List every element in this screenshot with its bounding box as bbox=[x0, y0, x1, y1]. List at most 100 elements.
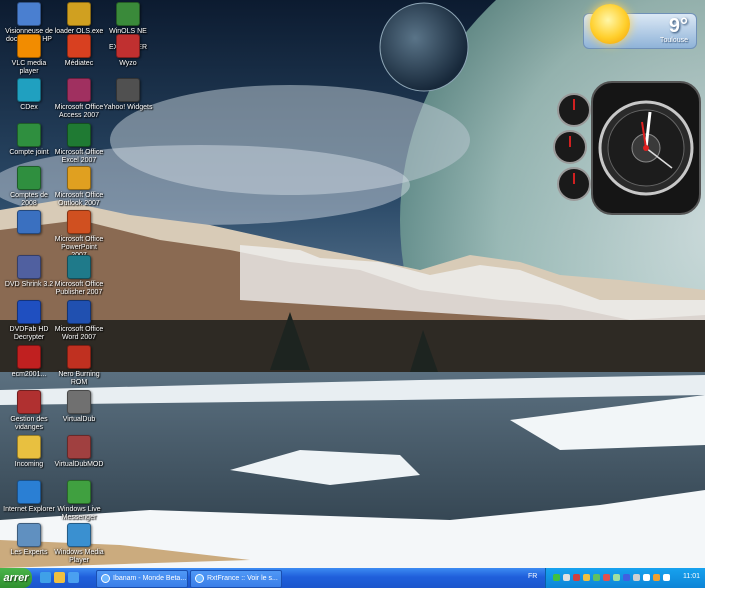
desktop-icon-label: Incoming bbox=[14, 461, 44, 468]
desktop-icon-label: Yahoo! Widgets bbox=[103, 104, 153, 111]
desktop-icon-label: Microsoft Office Publisher 2007 bbox=[54, 281, 104, 296]
taskbar-task-button[interactable]: Ibanam - Monde Beta... bbox=[96, 570, 188, 588]
desktop-icon[interactable]: Microsoft Office Publisher 2007 bbox=[53, 255, 105, 297]
desktop-icon[interactable]: Microsoft Office Outlook 2007 bbox=[53, 166, 105, 208]
desktop-icon-label: Windows Media Player bbox=[54, 549, 104, 564]
desktop-icon-label: Microsoft Office Word 2007 bbox=[54, 326, 104, 341]
volume-icon[interactable] bbox=[563, 574, 570, 581]
dvd-shrink-icon bbox=[17, 255, 41, 279]
ie-task-icon bbox=[101, 573, 110, 583]
system-tray: 11:01 bbox=[545, 568, 705, 588]
powerpoint-icon bbox=[67, 210, 91, 234]
desktop-icon-label: Microsoft Office Access 2007 bbox=[54, 104, 104, 119]
battery-icon[interactable] bbox=[613, 574, 620, 581]
desktop-icon-label: DVDFab HD Decrypter bbox=[9, 326, 49, 341]
weather-city: Toulouse bbox=[659, 37, 688, 44]
mediatec-icon bbox=[67, 34, 91, 58]
desktop-icon-label: VLC media player bbox=[11, 60, 47, 75]
virtualdubmod-icon bbox=[67, 435, 91, 459]
desktop-icon[interactable]: Microsoft Office PowerPoint 2007 bbox=[53, 210, 105, 260]
clock-time[interactable]: 11:01 bbox=[683, 573, 700, 580]
winols-icon bbox=[116, 2, 140, 26]
desktop-icon[interactable]: Yahoo! Widgets bbox=[102, 78, 154, 112]
analog-clock-gadget[interactable] bbox=[552, 80, 705, 217]
language-indicator[interactable]: FR bbox=[528, 573, 537, 580]
desktop-icon-label: VirtualDubMOD bbox=[54, 461, 104, 468]
desktop-icon[interactable]: VirtualDub bbox=[53, 390, 105, 424]
desktop-screen: Visionneuse de documents HPloader OLS.ex… bbox=[0, 0, 705, 588]
start-button[interactable]: arrer bbox=[0, 568, 32, 588]
update-icon[interactable] bbox=[583, 574, 590, 581]
taskbar-task-button[interactable]: RxtFrance :: Voir le s... bbox=[190, 570, 282, 588]
yahoo-widgets-icon bbox=[116, 78, 140, 102]
word-icon bbox=[67, 300, 91, 324]
desktop-icon[interactable]: Médiatec bbox=[53, 34, 105, 68]
taskbar-task-label: RxtFrance :: Voir le s... bbox=[207, 575, 278, 582]
virtualdub-icon bbox=[67, 390, 91, 414]
desktop-icon[interactable]: Windows Live Messenger bbox=[53, 480, 105, 522]
desktop-icon[interactable]: Gestion des vidanges bbox=[3, 390, 55, 432]
desktop-icon-label: Comptes de 2008 bbox=[10, 192, 48, 207]
desktop-icon[interactable]: Nero Burning ROM bbox=[53, 345, 105, 387]
messenger-tray-icon[interactable] bbox=[593, 574, 600, 581]
loader-icon bbox=[67, 2, 91, 26]
desktop-icon[interactable]: Comptes de 2008 bbox=[3, 166, 55, 208]
excel-file-icon bbox=[17, 166, 41, 190]
sun-icon bbox=[590, 4, 630, 44]
desktop-icon[interactable] bbox=[3, 210, 55, 236]
desktop-icon[interactable]: Microsoft Office Access 2007 bbox=[53, 78, 105, 120]
desktop-icon-label: DVD Shrink 3.2 bbox=[4, 281, 54, 288]
desktop-icon[interactable]: CDex bbox=[3, 78, 55, 112]
weather-temperature: 9° bbox=[668, 15, 688, 37]
desktop-icon[interactable]: Incoming bbox=[3, 435, 55, 469]
desktop-icon[interactable]: ecm2001... bbox=[3, 345, 55, 379]
clock-subdial-middle-icon bbox=[553, 130, 587, 164]
cdex-icon bbox=[17, 78, 41, 102]
network-icon[interactable] bbox=[553, 574, 560, 581]
sync-icon[interactable] bbox=[653, 574, 660, 581]
ie-task-icon bbox=[195, 573, 204, 583]
desktop-icon-label: Médiatec bbox=[64, 60, 94, 67]
desktop-icon[interactable]: loader OLS.exe bbox=[53, 2, 105, 36]
antivirus-icon[interactable] bbox=[573, 574, 580, 581]
dvdfab-icon bbox=[17, 300, 41, 324]
info-icon[interactable] bbox=[663, 574, 670, 581]
desktop-icon[interactable]: Les Experts bbox=[3, 523, 55, 557]
analog-clock-icon bbox=[591, 81, 701, 215]
desktop-icon[interactable]: Microsoft Office Excel 2007 bbox=[53, 123, 105, 165]
desktop-icon-label: Gestion des vidanges bbox=[10, 416, 48, 431]
desktop-icon[interactable]: VirtualDubMOD bbox=[53, 435, 105, 469]
outlook-icon bbox=[67, 166, 91, 190]
desktop-icon[interactable]: Internet Explorer bbox=[3, 480, 55, 514]
clock-subdial-bottom-icon bbox=[557, 167, 591, 201]
desktop-icon-label: Microsoft Office Excel 2007 bbox=[54, 149, 104, 164]
desktop-icon-label: CDex bbox=[20, 104, 38, 111]
ie-quick-icon[interactable] bbox=[68, 572, 79, 583]
desktop-icon[interactable]: Microsoft Office Word 2007 bbox=[53, 300, 105, 342]
outlook-quick-icon[interactable] bbox=[54, 572, 65, 583]
desktop-icon[interactable]: Wyzo bbox=[102, 34, 154, 68]
weather-gadget[interactable]: 9° Toulouse bbox=[583, 4, 697, 49]
video-file-icon bbox=[17, 523, 41, 547]
safely-remove-icon[interactable] bbox=[633, 574, 640, 581]
desktop-icon[interactable]: DVD Shrink 3.2 bbox=[3, 255, 55, 289]
desktop-icon[interactable]: Windows Media Player bbox=[53, 523, 105, 565]
desktop-icon-label: Wyzo bbox=[119, 60, 137, 67]
internet-explorer-icon bbox=[17, 480, 41, 504]
security-icon[interactable] bbox=[603, 574, 610, 581]
ecm-icon bbox=[17, 345, 41, 369]
desktop-icon[interactable]: DVDFab HD Decrypter bbox=[3, 300, 55, 342]
show-desktop-icon[interactable] bbox=[40, 572, 51, 583]
excel-icon bbox=[67, 123, 91, 147]
vlc-cone-icon bbox=[17, 34, 41, 58]
desktop-icon-label: VirtualDub bbox=[62, 416, 96, 423]
desktop-icon-label: Nero Burning ROM bbox=[58, 371, 100, 386]
desktop-icon[interactable]: VLC media player bbox=[3, 34, 55, 76]
bluetooth-icon[interactable] bbox=[623, 574, 630, 581]
publisher-icon bbox=[67, 255, 91, 279]
media-player-icon bbox=[67, 523, 91, 547]
wifi-icon[interactable] bbox=[643, 574, 650, 581]
wyzo-icon bbox=[116, 34, 140, 58]
taskbar-task-label: Ibanam - Monde Beta... bbox=[113, 575, 187, 582]
desktop-icon[interactable]: Compte joint bbox=[3, 123, 55, 157]
